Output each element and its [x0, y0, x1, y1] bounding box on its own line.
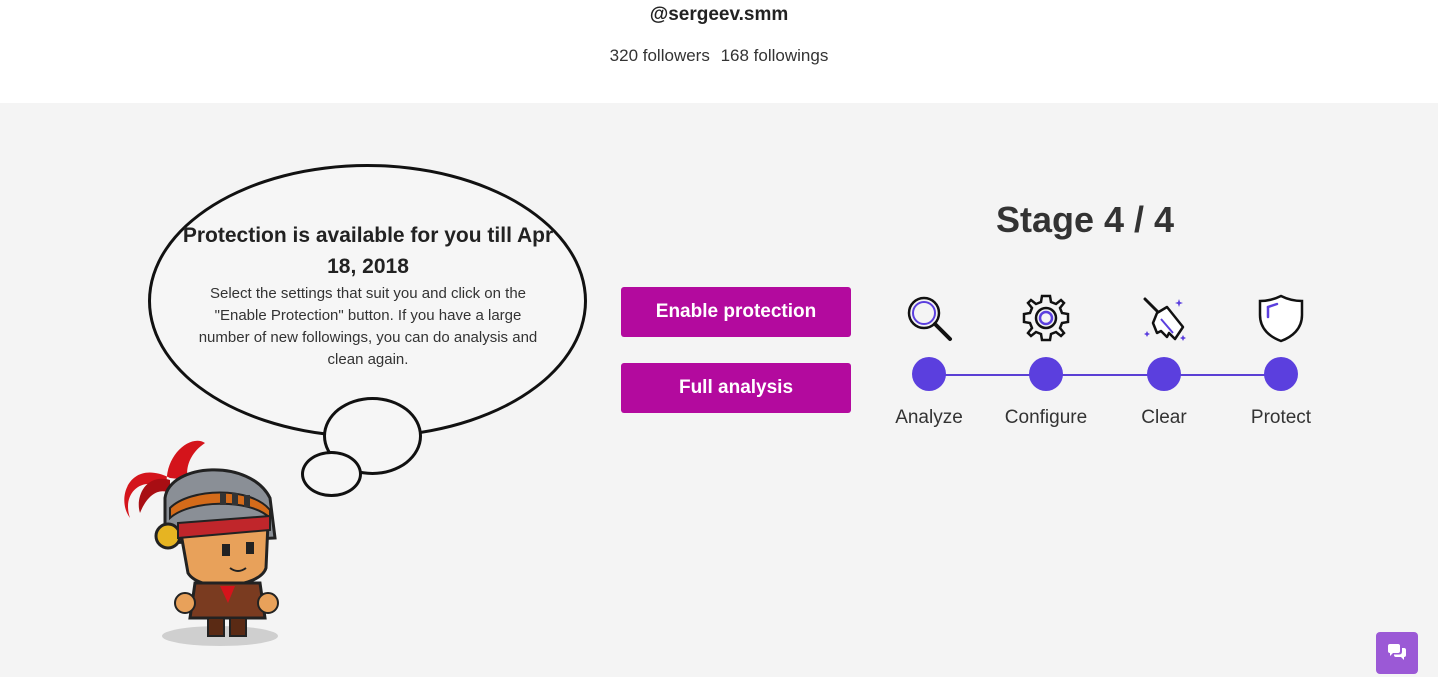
step-label-analyze: Analyze — [895, 407, 963, 428]
gear-icon — [1022, 294, 1070, 342]
profile-stats: 320 followers 168 followings — [0, 46, 1438, 66]
step-label-configure: Configure — [1004, 407, 1088, 428]
step-dot-configure — [1029, 357, 1063, 391]
step-dot-analyze — [912, 357, 946, 391]
main-panel: Protection is available for you till Apr… — [0, 103, 1438, 677]
stage-title: Stage 4 / 4 — [995, 199, 1175, 240]
bubble-tail-small — [301, 451, 362, 497]
magnifier-icon — [907, 296, 952, 341]
followings-count: 168 followings — [720, 46, 829, 65]
profile-header: @sergeev.smm 320 followers 168 following… — [0, 0, 1438, 103]
stage-stepper: Analyze Configure Clear Protect — [880, 288, 1340, 428]
broom-icon — [1143, 297, 1186, 341]
step-dot-protect — [1264, 357, 1298, 391]
enable-protection-button[interactable]: Enable protection — [621, 287, 851, 337]
chat-icon — [1388, 644, 1406, 660]
stepper-line — [928, 374, 1282, 376]
bubble-text: Select the settings that suit you and cl… — [198, 285, 538, 368]
step-label-clear: Clear — [1141, 407, 1187, 428]
full-analysis-button[interactable]: Full analysis — [621, 363, 851, 413]
step-dot-clear — [1147, 357, 1181, 391]
shield-icon — [1258, 294, 1304, 343]
bubble-title: Protection is available for you till Apr… — [182, 224, 554, 278]
followers-count: 320 followers — [609, 46, 710, 65]
chat-button[interactable] — [1376, 632, 1418, 674]
step-label-protect: Protect — [1250, 407, 1312, 428]
knight-mascot-image — [124, 440, 279, 646]
username: @sergeev.smm — [649, 4, 789, 25]
